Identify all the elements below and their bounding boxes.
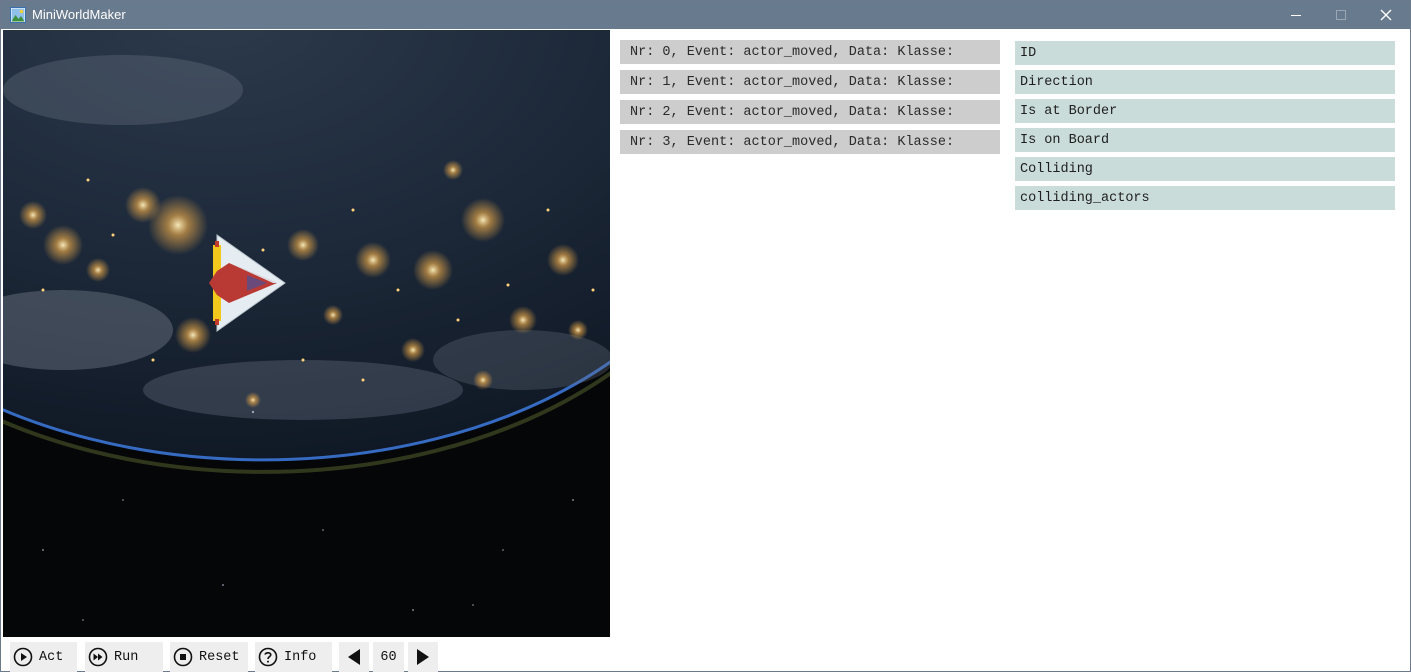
stop-circle-icon [173, 647, 193, 667]
fast-forward-circle-icon [88, 647, 108, 667]
question-circle-icon [258, 647, 278, 667]
maximize-icon [1336, 10, 1346, 20]
close-icon [1380, 9, 1392, 21]
event-row[interactable]: Nr: 1, Event: actor_moved, Data: Klasse: [620, 70, 1000, 94]
window-title: MiniWorldMaker [32, 7, 126, 22]
inspector-row-direction[interactable]: Direction [1015, 70, 1395, 94]
speed-decrease-button[interactable] [339, 642, 369, 672]
run-label: Run [114, 649, 139, 665]
event-row[interactable]: Nr: 3, Event: actor_moved, Data: Klasse: [620, 130, 1000, 154]
maximize-button[interactable] [1318, 1, 1364, 29]
inspector-row-is-on-board[interactable]: Is on Board [1015, 128, 1395, 152]
inspector-row-colliding[interactable]: Colliding [1015, 157, 1395, 181]
app-landscape-icon [10, 7, 26, 23]
actor-inspector: ID Direction Is at Border Is on Board Co… [1015, 41, 1395, 215]
inspector-row-colliding-actors[interactable]: colliding_actors [1015, 186, 1395, 210]
triangle-right-icon [417, 649, 429, 665]
play-circle-icon [13, 647, 33, 667]
triangle-left-icon [348, 649, 360, 665]
inspector-row-id[interactable]: ID [1015, 41, 1395, 65]
info-label: Info [284, 649, 317, 665]
inspector-row-is-at-border[interactable]: Is at Border [1015, 99, 1395, 123]
event-row[interactable]: Nr: 2, Event: actor_moved, Data: Klasse: [620, 100, 1000, 124]
act-button[interactable]: Act [10, 642, 77, 672]
reset-label: Reset [199, 649, 240, 665]
reset-button[interactable]: Reset [170, 642, 248, 672]
speed-label: 60 [380, 649, 397, 665]
event-list[interactable]: Nr: 0, Event: actor_moved, Data: Klasse:… [620, 40, 1000, 160]
minimize-button[interactable] [1273, 1, 1319, 29]
speed-increase-button[interactable] [408, 642, 438, 672]
event-row[interactable]: Nr: 0, Event: actor_moved, Data: Klasse: [620, 40, 1000, 64]
act-label: Act [39, 649, 64, 665]
app-window: MiniWorldMaker Nr: 0, Event: actor_moved… [0, 0, 1411, 672]
run-button[interactable]: Run [85, 642, 163, 672]
speed-value: 60 [373, 642, 404, 672]
close-button[interactable] [1363, 1, 1409, 29]
title-bar[interactable]: MiniWorldMaker [1, 1, 1410, 29]
earth-at-night-background [3, 30, 610, 637]
minimize-icon [1291, 15, 1301, 16]
world-board[interactable] [3, 30, 610, 637]
info-button[interactable]: Info [255, 642, 332, 672]
